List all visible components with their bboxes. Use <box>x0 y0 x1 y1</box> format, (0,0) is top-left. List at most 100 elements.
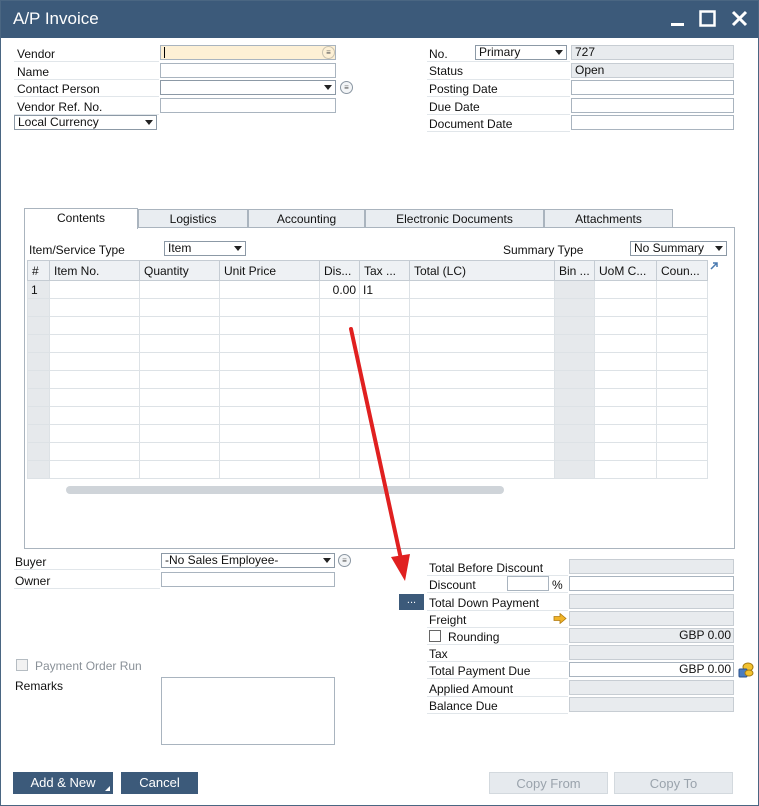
contact-person-label: Contact Person <box>17 82 100 96</box>
rounding-field: GBP 0.00 <box>569 628 734 643</box>
document-date-label: Document Date <box>429 117 513 131</box>
doc-number-field: 727 <box>571 45 734 60</box>
items-table: # Item No. Quantity Unit Price Dis... Ta… <box>27 260 708 479</box>
name-field[interactable] <box>160 63 336 78</box>
vendor-choose-icon[interactable]: ≡ <box>322 46 335 59</box>
applied-amount-field <box>569 680 734 695</box>
col-header-num[interactable]: # <box>27 260 50 281</box>
chevron-down-icon <box>323 558 331 563</box>
rounding-checkbox[interactable] <box>429 630 441 642</box>
payment-order-run-checkbox <box>16 659 28 671</box>
chevron-down-icon <box>234 246 242 251</box>
contact-info-icon[interactable]: ≡ <box>340 81 353 94</box>
vendor-ref-field[interactable] <box>160 98 336 113</box>
cell-uom-code[interactable] <box>594 280 657 299</box>
col-header-discount[interactable]: Dis... <box>319 260 360 281</box>
cell-country[interactable] <box>656 280 708 299</box>
freight-arrow-icon[interactable] <box>553 613 567 624</box>
cell-item-no[interactable] <box>49 280 140 299</box>
cell-discount[interactable]: 0.00 <box>319 280 360 299</box>
no-label: No. <box>429 47 448 61</box>
table-row <box>27 406 708 425</box>
coins-icon[interactable] <box>737 661 755 679</box>
down-payment-select-button[interactable]: ... <box>399 594 424 610</box>
col-header-unit-price[interactable]: Unit Price <box>219 260 320 281</box>
cancel-button[interactable]: Cancel <box>121 772 198 794</box>
table-row <box>27 424 708 443</box>
item-type-dropdown[interactable]: Item <box>164 241 246 256</box>
buyer-info-icon[interactable]: ≡ <box>338 554 351 567</box>
percent-sign: % <box>552 578 563 592</box>
minimize-icon[interactable] <box>666 7 690 31</box>
expand-table-icon[interactable] <box>708 260 720 272</box>
col-header-quantity[interactable]: Quantity <box>139 260 220 281</box>
table-row <box>27 352 708 371</box>
table-row <box>27 388 708 407</box>
due-date-field[interactable] <box>571 98 734 113</box>
status-field: Open <box>571 63 734 78</box>
cell-quantity[interactable] <box>139 280 220 299</box>
series-dropdown[interactable]: Primary <box>475 45 567 60</box>
payment-order-run-label: Payment Order Run <box>35 659 142 673</box>
cell-bin[interactable] <box>554 280 595 299</box>
buyer-value: -No Sales Employee- <box>165 553 279 567</box>
status-label: Status <box>429 64 464 78</box>
close-icon[interactable] <box>728 7 752 31</box>
table-row[interactable]: 1 0.00 I1 <box>27 280 708 299</box>
col-header-uom-code[interactable]: UoM C... <box>594 260 657 281</box>
tab-logistics[interactable]: Logistics <box>138 209 248 229</box>
freight-field <box>569 611 734 626</box>
tax-field <box>569 645 734 660</box>
add-new-button[interactable]: Add & New <box>13 772 113 794</box>
currency-value: Local Currency <box>18 115 99 129</box>
total-before-discount-field <box>569 559 734 574</box>
discount-amount-field[interactable] <box>569 576 734 591</box>
total-down-payment-field <box>569 594 734 609</box>
tab-attachments[interactable]: Attachments <box>544 209 673 229</box>
cell-unit-price[interactable] <box>219 280 320 299</box>
contact-person-dropdown[interactable] <box>160 80 336 95</box>
col-header-bin[interactable]: Bin ... <box>554 260 595 281</box>
copy-to-button: Copy To <box>614 772 733 794</box>
chevron-down-icon <box>555 50 563 55</box>
table-row <box>27 442 708 461</box>
currency-dropdown[interactable]: Local Currency <box>14 115 157 130</box>
due-date-label: Due Date <box>429 100 480 114</box>
maximize-icon[interactable] <box>696 7 720 31</box>
name-label: Name <box>17 65 50 79</box>
table-row <box>27 316 708 335</box>
col-header-tax[interactable]: Tax ... <box>359 260 410 281</box>
summary-type-dropdown[interactable]: No Summary <box>630 241 727 256</box>
buyer-dropdown[interactable]: -No Sales Employee- <box>161 553 335 568</box>
owner-field[interactable] <box>161 572 335 587</box>
table-row <box>27 460 708 479</box>
remarks-textarea[interactable] <box>161 677 335 745</box>
document-date-field[interactable] <box>571 115 734 130</box>
vendor-field[interactable] <box>160 45 336 60</box>
col-header-country[interactable]: Coun... <box>656 260 708 281</box>
total-down-payment-label: Total Down Payment <box>429 596 540 610</box>
remarks-label: Remarks <box>15 679 64 693</box>
horizontal-scrollbar[interactable] <box>66 486 504 494</box>
posting-date-field[interactable] <box>571 80 734 95</box>
col-header-item-no[interactable]: Item No. <box>49 260 140 281</box>
discount-percent-field[interactable] <box>507 576 549 591</box>
freight-label: Freight <box>429 613 467 627</box>
col-header-total-lc[interactable]: Total (LC) <box>409 260 555 281</box>
tab-electronic-documents[interactable]: Electronic Documents <box>365 209 544 229</box>
dropdown-corner-icon <box>105 786 110 791</box>
cell-total-lc[interactable] <box>409 280 555 299</box>
ap-invoice-window: A/P Invoice Vendor ≡ Name Contact Person… <box>0 0 759 806</box>
tax-label: Tax <box>429 647 448 661</box>
vendor-label: Vendor <box>17 47 56 61</box>
balance-due-label: Balance Due <box>429 699 498 713</box>
series-value: Primary <box>479 45 521 59</box>
chevron-down-icon <box>145 120 153 125</box>
summary-type-label: Summary Type <box>503 243 584 257</box>
tab-contents[interactable]: Contents <box>24 208 138 229</box>
cell-tax[interactable]: I1 <box>359 280 410 299</box>
item-type-value: Item <box>168 241 192 255</box>
rounding-label: Rounding <box>448 630 500 644</box>
tab-accounting[interactable]: Accounting <box>248 209 365 229</box>
title-bar: A/P Invoice <box>1 1 758 38</box>
